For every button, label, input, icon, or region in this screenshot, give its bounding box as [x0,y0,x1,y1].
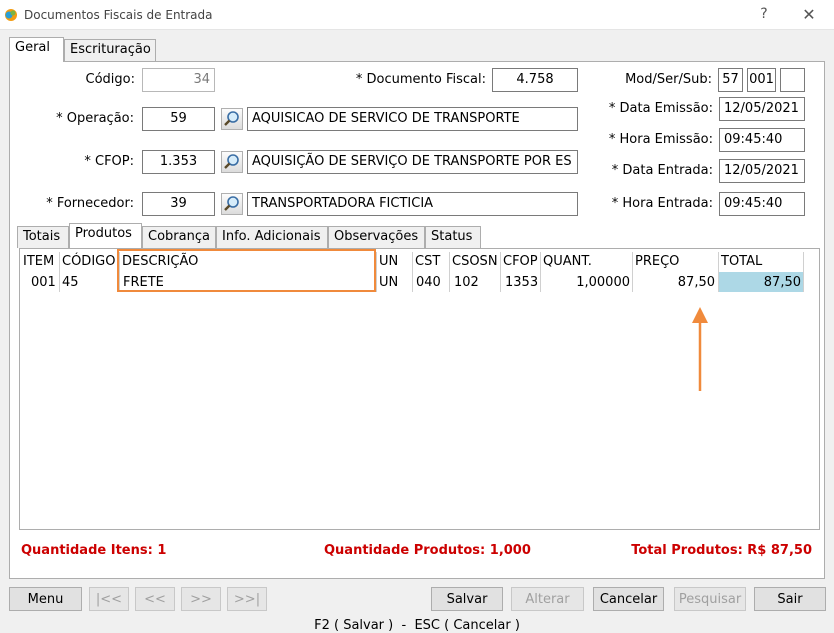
tab-escrituracao[interactable]: Escrituração [64,39,156,61]
tab-produtos[interactable]: Produtos [69,223,142,248]
magnifier-icon [224,111,239,126]
table-row-cfop[interactable]: 1353 [505,275,538,290]
table-row-codigo[interactable]: 45 [62,275,79,290]
window-title: Documentos Fiscais de Entrada [24,8,213,22]
annotation-arrow-icon [692,307,708,391]
documento-fiscal-field[interactable]: 4.758 [492,68,578,92]
cancelar-button[interactable]: Cancelar [593,587,664,611]
table-row-total[interactable]: 87,50 [719,275,801,290]
table-row-csosn[interactable]: 102 [454,275,479,290]
col-csosn[interactable]: CSOSN [450,254,498,269]
total-produtos-label: Total Produtos: R$ 87,50 [631,543,812,558]
table-row-quant[interactable]: 1,00000 [541,275,630,290]
col-item[interactable]: ITEM [21,254,54,269]
salvar-button[interactable]: Salvar [431,587,503,611]
table-row-item[interactable]: 001 [31,275,56,290]
col-codigo[interactable]: CÓDIGO [60,254,115,269]
menu-button[interactable]: Menu [9,587,82,611]
documento-fiscal-label: * Documento Fiscal: [355,72,486,87]
first-record-button[interactable]: |<< [89,587,129,611]
fornecedor-search-button[interactable] [221,193,243,215]
col-un[interactable]: UN [377,254,398,269]
next-record-button[interactable]: >> [181,587,221,611]
fornecedor-code-field[interactable]: 39 [142,192,215,216]
cfop-desc-field[interactable]: AQUISIÇÃO DE SERVIÇO DE TRANSPORTE POR E… [247,150,578,174]
operacao-search-button[interactable] [221,108,243,130]
table-row-preco[interactable]: 87,50 [633,275,715,290]
ser-field[interactable]: 001 [747,68,776,92]
data-entrada-field[interactable]: 12/05/2021 [719,159,805,183]
prev-record-button[interactable]: << [135,587,175,611]
hora-emissao-label: * Hora Emissão: [608,132,713,147]
hora-entrada-label: * Hora Entrada: [611,196,713,211]
magnifier-icon [224,154,239,169]
cfop-code-field[interactable]: 1.353 [142,150,215,174]
col-quant[interactable]: QUANT. [541,254,592,269]
status-bar: F2 ( Salvar ) - ESC ( Cancelar ) [314,618,520,633]
col-cst[interactable]: CST [413,254,440,269]
fornecedor-desc-field[interactable]: TRANSPORTADORA FICTICIA [247,192,578,216]
magnifier-icon [224,196,239,211]
col-total[interactable]: TOTAL [719,254,762,269]
operacao-code-field[interactable]: 59 [142,107,215,131]
tab-status[interactable]: Status [425,226,481,248]
quantidade-produtos-label: Quantidade Produtos: 1,000 [324,543,531,558]
last-record-button[interactable]: >>| [227,587,267,611]
quantidade-itens-label: Quantidade Itens: 1 [21,543,167,558]
tab-info-adicionais[interactable]: Info. Adicionais [216,226,328,248]
col-cfop[interactable]: CFOP [501,254,538,269]
app-logo-icon [5,9,17,21]
hora-emissao-field[interactable]: 09:45:40 [719,128,805,152]
help-button[interactable]: ? [752,6,776,26]
table-row-cst[interactable]: 040 [416,275,441,290]
fornecedor-label: * Fornecedor: [46,196,134,211]
mod-ser-sub-label: Mod/Ser/Sub: [625,72,712,87]
table-row-un[interactable]: UN [379,275,398,290]
data-emissao-field[interactable]: 12/05/2021 [719,97,805,121]
cfop-label: * CFOP: [84,154,134,169]
hora-entrada-field[interactable]: 09:45:40 [719,192,805,216]
cfop-search-button[interactable] [221,151,243,173]
data-entrada-label: * Data Entrada: [611,163,713,178]
sub-field[interactable] [780,68,805,92]
tab-totais[interactable]: Totais [17,226,69,248]
codigo-field[interactable]: 34 [142,68,215,92]
data-emissao-label: * Data Emissão: [608,101,713,116]
title-bar: Documentos Fiscais de Entrada ? ✕ [0,0,834,30]
mod-field[interactable]: 57 [718,68,743,92]
tab-cobranca[interactable]: Cobrança [142,226,216,248]
alterar-button[interactable]: Alterar [511,587,584,611]
codigo-label: Código: [85,72,135,87]
tab-geral[interactable]: Geral [9,37,64,62]
operacao-desc-field[interactable]: AQUISICAO DE SERVICO DE TRANSPORTE [247,107,578,131]
sair-button[interactable]: Sair [754,587,826,611]
grid-divider [803,252,804,292]
operacao-label: * Operação: [56,111,134,126]
tab-observacoes[interactable]: Observações [328,226,425,248]
close-button[interactable]: ✕ [796,5,822,27]
highlight-box [117,249,376,292]
col-preco[interactable]: PREÇO [633,254,679,269]
pesquisar-button[interactable]: Pesquisar [674,587,746,611]
